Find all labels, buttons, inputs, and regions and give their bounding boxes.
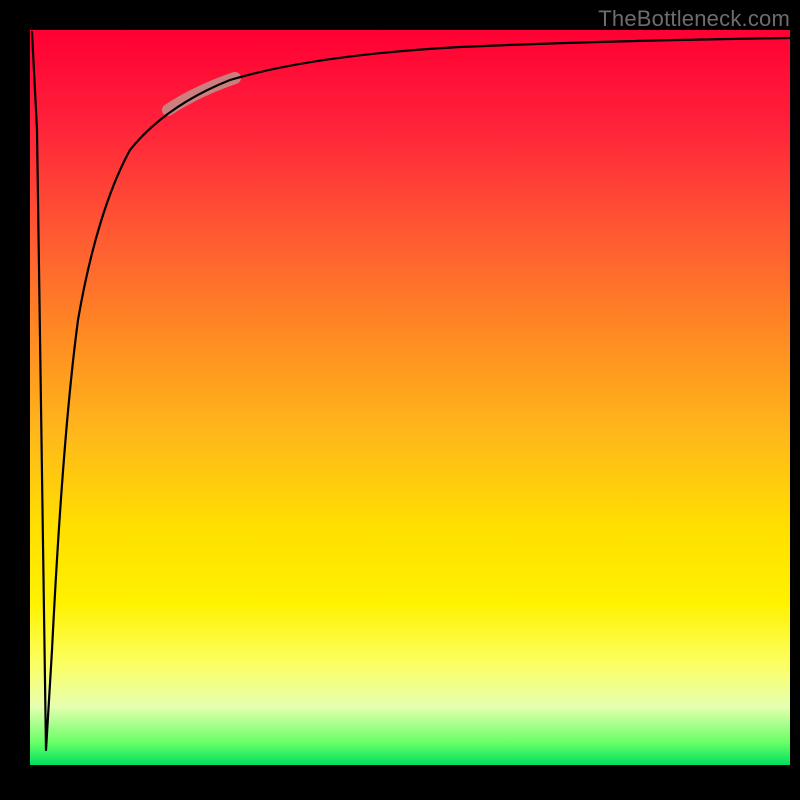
chart-frame: TheBottleneck.com — [0, 0, 800, 800]
curve-layer — [30, 30, 790, 765]
watermark-text: TheBottleneck.com — [598, 6, 790, 32]
plot-area — [30, 30, 790, 765]
bottleneck-curve — [32, 32, 790, 750]
